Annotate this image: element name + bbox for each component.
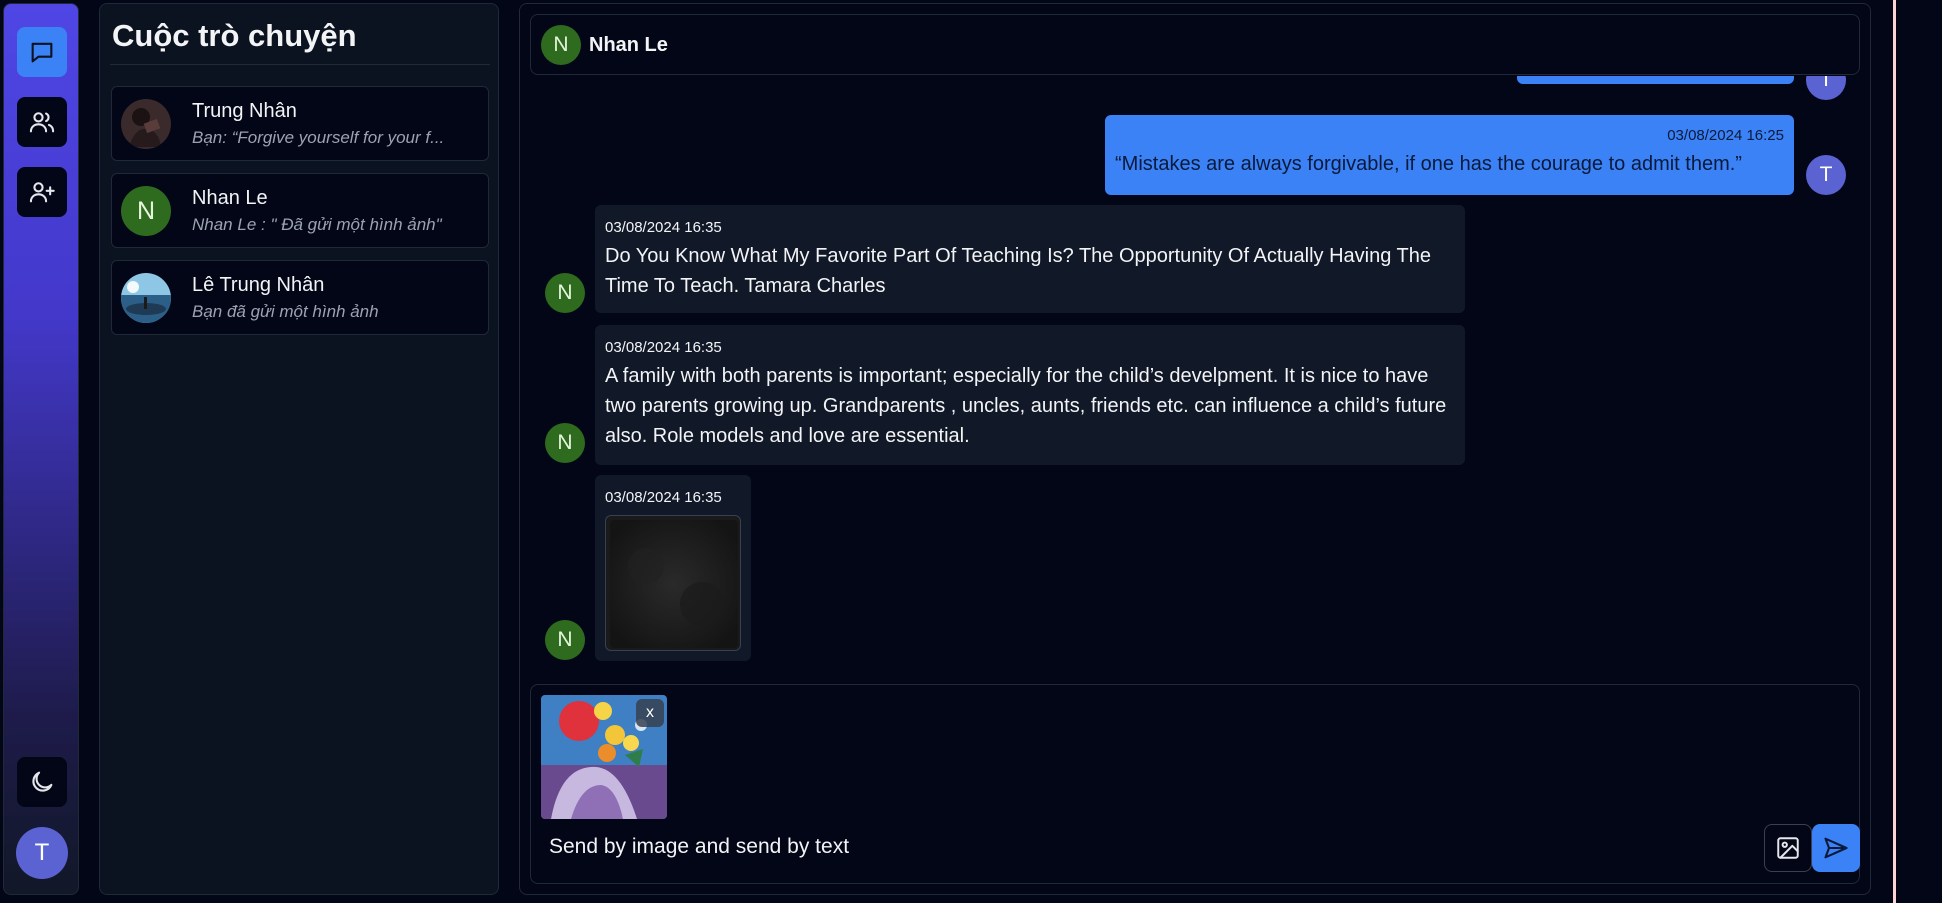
message-timestamp: 03/08/2024 16:35 (605, 339, 722, 356)
conversation-item[interactable]: Trung Nhân Bạn: “Forgive yourself for yo… (111, 86, 489, 161)
conversation-item[interactable]: Lê Trung Nhân Bạn đã gửi một hình ảnh (111, 260, 489, 335)
nav-add-friend-button[interactable] (17, 167, 67, 217)
conversation-item[interactable]: N Nhan Le Nhan Le : " Đã gửi một hình ản… (111, 173, 489, 248)
message-timestamp: 03/08/2024 16:25 (1667, 127, 1784, 144)
contact-avatar: N (541, 25, 581, 65)
users-icon (29, 112, 55, 133)
message-input[interactable] (549, 829, 1729, 865)
send-icon (1824, 837, 1848, 859)
nav-rail: T (3, 3, 79, 895)
message-bubble-incoming: 03/08/2024 16:35 Do You Know What My Fav… (595, 205, 1465, 313)
sender-avatar: N (545, 273, 585, 313)
chat-bubble-icon (31, 42, 53, 63)
chat-panel: N Nhan Le T 03/08/2024 16:25 “Mistakes a… (519, 3, 1871, 895)
conversation-preview: Bạn đã gửi một hình ảnh (192, 302, 379, 321)
message-image[interactable] (605, 515, 741, 651)
message-list[interactable]: T 03/08/2024 16:25 “Mistakes are always … (520, 76, 1872, 676)
conversation-name: Lê Trung Nhân (192, 274, 325, 296)
conversation-panel-title: Cuộc trò chuyện (112, 18, 357, 53)
conversation-avatar (121, 99, 171, 149)
sender-avatar: T (1806, 76, 1846, 100)
message-bubble-outgoing: 03/08/2024 16:25 “Mistakes are always fo… (1105, 115, 1794, 195)
conversation-panel: Cuộc trò chuyện Trung Nhân Bạn: “Forgive… (99, 3, 499, 895)
user-plus-icon (29, 182, 55, 203)
conversation-avatar: N (121, 186, 171, 236)
send-button[interactable] (1812, 824, 1860, 872)
user-avatar[interactable]: T (16, 827, 68, 879)
nav-chats-button[interactable] (17, 27, 67, 77)
message-text: A family with both parents is important;… (605, 365, 1447, 447)
message-bubble-incoming: 03/08/2024 16:35 A family with both pare… (595, 325, 1465, 465)
sender-avatar: N (545, 423, 585, 463)
remove-attachment-button[interactable]: x (636, 699, 664, 727)
nav-friends-button[interactable] (17, 97, 67, 147)
conversation-name: Nhan Le (192, 187, 268, 209)
sender-avatar: T (1806, 155, 1846, 195)
contact-name: Nhan Le (589, 34, 668, 56)
message-text: “Mistakes are always forgivable, if one … (1115, 153, 1742, 175)
window-edge (1893, 0, 1896, 903)
message-bubble-incoming: 03/08/2024 16:35 (595, 475, 751, 661)
message-composer: x (530, 684, 1860, 884)
chat-header: N Nhan Le (530, 14, 1860, 75)
divider (110, 64, 490, 65)
conversation-preview: Nhan Le : " Đã gửi một hình ảnh" (192, 215, 442, 234)
message-text: Do You Know What My Favorite Part Of Tea… (605, 245, 1431, 297)
sender-avatar: N (545, 620, 585, 660)
moon-icon (32, 771, 53, 792)
message-timestamp: 03/08/2024 16:35 (605, 219, 722, 236)
image-icon (1777, 837, 1799, 859)
conversation-avatar (121, 273, 171, 323)
conversation-preview: Bạn: “Forgive yourself for your f... (192, 128, 445, 147)
message-bubble-outgoing (1517, 76, 1794, 84)
message-timestamp: 03/08/2024 16:35 (605, 489, 722, 506)
attach-image-button[interactable] (1764, 824, 1812, 872)
theme-toggle-button[interactable] (17, 757, 67, 807)
conversation-name: Trung Nhân (192, 100, 297, 122)
